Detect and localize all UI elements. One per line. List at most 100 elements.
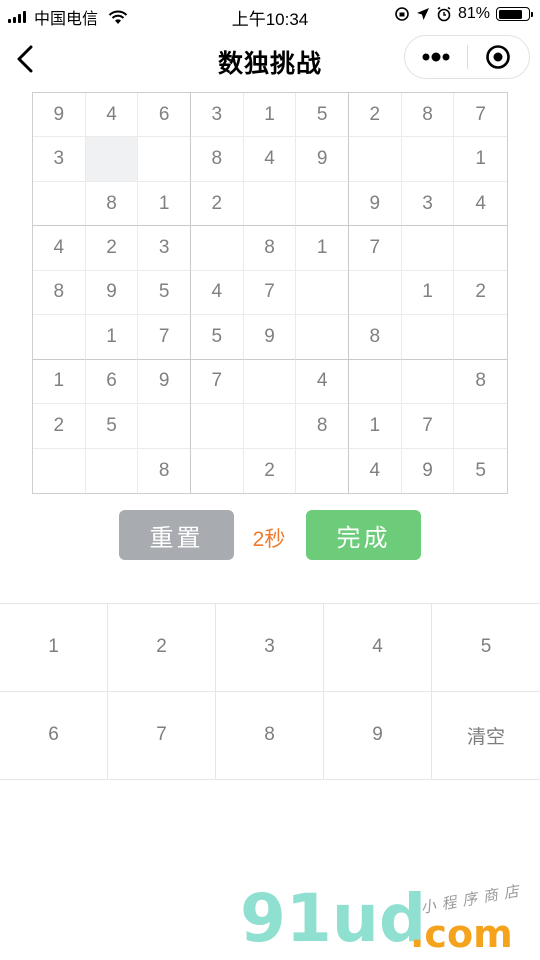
number-key-7[interactable]: 7 [108,691,216,779]
sudoku-cell[interactable]: 5 [138,270,191,316]
close-miniprogram-button[interactable] [467,35,529,79]
sudoku-cell[interactable] [138,137,191,182]
number-key-6[interactable]: 6 [0,691,108,779]
sudoku-cell[interactable]: 8 [454,360,507,405]
sudoku-cell[interactable] [191,448,244,493]
sudoku-cell[interactable]: 1 [401,270,455,316]
sudoku-cell[interactable] [401,226,455,271]
sudoku-cell[interactable]: 4 [191,270,244,316]
sudoku-cell[interactable]: 7 [243,270,297,316]
sudoku-cell[interactable]: 9 [243,315,297,360]
sudoku-cell[interactable]: 1 [349,404,402,449]
sudoku-cell[interactable]: 4 [243,137,297,182]
sudoku-cell[interactable] [33,315,86,360]
sudoku-cell[interactable]: 1 [138,181,191,227]
sudoku-cell[interactable]: 5 [191,315,244,360]
sudoku-cell[interactable] [296,270,349,316]
more-button[interactable] [405,35,467,79]
timer-label: 2秒 [252,528,286,551]
sudoku-cell[interactable]: 8 [243,226,297,271]
sudoku-cell[interactable] [296,448,349,493]
sudoku-cell[interactable]: 7 [349,226,402,271]
sudoku-cell[interactable]: 2 [349,93,402,138]
sudoku-cell[interactable] [85,137,139,182]
sudoku-cell[interactable]: 5 [85,404,139,449]
sudoku-cell[interactable]: 4 [296,359,349,405]
sudoku-cell[interactable] [349,270,402,316]
sudoku-cell[interactable]: 9 [138,359,191,405]
sudoku-cell[interactable]: 9 [33,93,86,138]
sudoku-cell[interactable]: 2 [85,226,139,271]
rotation-lock-icon [395,7,409,21]
sudoku-cell[interactable] [349,359,402,405]
number-key-2[interactable]: 2 [108,604,216,692]
sudoku-cell[interactable]: 8 [33,270,86,316]
sudoku-cell[interactable] [86,448,139,493]
sudoku-cell[interactable]: 8 [85,181,139,227]
sudoku-board: 9463152873849181293442381789547121759816… [32,92,508,494]
sudoku-cell[interactable] [243,359,297,405]
sudoku-cell[interactable]: 4 [349,448,402,493]
number-key-3[interactable]: 3 [216,604,324,692]
number-key-9[interactable]: 9 [324,691,432,779]
status-right: 81% [394,5,533,23]
done-button[interactable]: 完成 [306,510,421,560]
sudoku-cell[interactable]: 9 [296,137,349,182]
sudoku-cell[interactable] [401,137,455,182]
sudoku-cell[interactable]: 8 [138,448,191,493]
sudoku-cell[interactable]: 6 [85,359,139,405]
sudoku-cell[interactable]: 5 [454,449,507,493]
sudoku-cell[interactable] [401,359,455,405]
reset-button[interactable]: 重置 [119,510,234,560]
sudoku-cell[interactable]: 8 [401,93,455,138]
number-key-8[interactable]: 8 [216,691,324,779]
sudoku-cell[interactable] [454,404,507,449]
sudoku-cell[interactable]: 1 [33,359,86,405]
sudoku-cell[interactable]: 4 [33,226,86,271]
sudoku-cell[interactable]: 1 [296,226,349,271]
sudoku-cell[interactable] [33,448,86,493]
sudoku-cell[interactable]: 8 [349,315,402,360]
sudoku-cell[interactable]: 2 [454,271,507,316]
sudoku-cell[interactable] [33,181,86,227]
watermark-domain: .com [410,912,513,956]
sudoku-cell[interactable]: 3 [401,181,455,227]
sudoku-cell[interactable] [349,137,402,182]
sudoku-cell[interactable]: 7 [401,404,455,449]
sudoku-cell[interactable] [191,226,244,271]
clear-key[interactable]: 清空 [432,692,540,780]
number-key-5[interactable]: 5 [432,604,540,692]
sudoku-cell[interactable]: 2 [244,448,297,493]
sudoku-cell[interactable]: 6 [138,93,191,138]
sudoku-cell[interactable]: 8 [191,137,244,182]
sudoku-cell[interactable] [401,315,455,360]
number-key-4[interactable]: 4 [324,604,432,692]
sudoku-cell[interactable]: 7 [454,93,507,138]
sudoku-cell[interactable]: 1 [454,137,507,182]
sudoku-cell[interactable] [454,315,507,360]
sudoku-cell[interactable]: 2 [33,404,86,449]
sudoku-cell[interactable]: 2 [191,181,244,227]
sudoku-cell[interactable]: 5 [296,93,349,138]
sudoku-cell[interactable]: 9 [402,448,455,493]
sudoku-cell[interactable]: 9 [85,270,139,316]
sudoku-cell[interactable]: 3 [191,93,244,138]
sudoku-cell[interactable]: 8 [296,404,349,449]
sudoku-cell[interactable]: 7 [191,359,244,405]
sudoku-cell[interactable]: 1 [85,315,139,360]
sudoku-cell[interactable] [296,315,349,360]
sudoku-cell[interactable] [454,226,507,271]
sudoku-cell[interactable]: 7 [138,315,191,360]
sudoku-cell[interactable]: 3 [138,226,191,271]
sudoku-cell[interactable]: 9 [349,181,402,227]
sudoku-cell[interactable]: 4 [85,93,139,138]
sudoku-cell[interactable] [191,404,244,449]
sudoku-cell[interactable]: 1 [243,93,297,138]
sudoku-cell[interactable] [296,181,349,227]
sudoku-cell[interactable] [243,404,297,449]
number-key-1[interactable]: 1 [0,604,108,692]
sudoku-cell[interactable]: 3 [33,137,86,182]
sudoku-cell[interactable] [243,181,297,227]
sudoku-cell[interactable]: 4 [454,182,507,227]
sudoku-cell[interactable] [138,404,191,449]
